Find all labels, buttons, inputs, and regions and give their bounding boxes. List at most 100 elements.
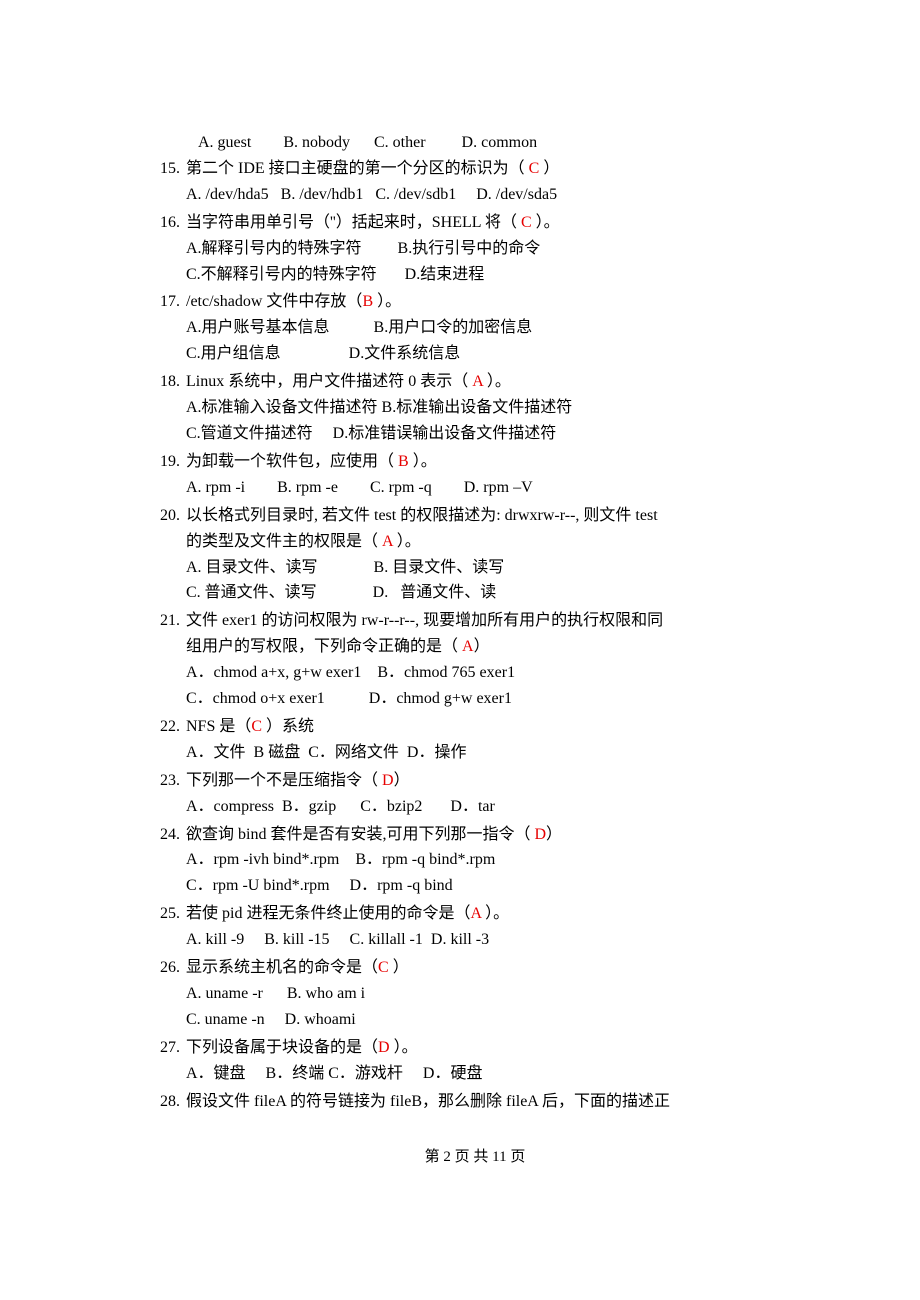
q-body: 欲查询 bind 套件是否有安装,可用下列那一指令（ D） A．rpm -ivh … xyxy=(186,822,776,900)
stem-text: 下列那一个不是压缩指令（ xyxy=(186,772,382,789)
stem-text: ）。 xyxy=(532,214,560,231)
stem-text: 若使 pid 进程无条件终止使用的命令是（ xyxy=(186,905,470,922)
option-text: C．chmod o+x exer1 D．chmod g+w exer1 xyxy=(186,690,512,707)
answer: D xyxy=(378,1039,390,1056)
question-19: 19.为卸载一个软件包，应使用（ B ）。A. rpm -i B. rpm -e… xyxy=(160,449,790,501)
stem-text: ） xyxy=(394,772,410,789)
stem-text: 组用户的写权限，下列命令正确的是（ xyxy=(186,638,462,655)
answer: C xyxy=(251,718,262,735)
option-text: C.用户组信息 D.文件系统信息 xyxy=(186,345,460,362)
answer: B xyxy=(362,293,373,310)
q-number: 15. xyxy=(160,156,186,182)
q14-options: A. guest B. nobody C. other D. common xyxy=(160,130,790,156)
stem-text: 欲查询 bind 套件是否有安装,可用下列那一指令（ xyxy=(186,826,534,843)
question-27: 27.下列设备属于块设备的是（D ）。 A．键盘 B．终端 C．游戏杆 D．硬盘 xyxy=(160,1035,790,1087)
answer: A xyxy=(472,373,483,390)
stem-text: 文件 exer1 的访问权限为 rw-r--r--, 现要增加所有用户的执行权限… xyxy=(186,612,663,629)
stem-text: /etc/shadow 文件中存放（ xyxy=(186,293,362,310)
question-23: 23.下列那一个不是压缩指令（ D） A．compress B．gzip C．bz… xyxy=(160,768,790,820)
stem-text: NFS 是（ xyxy=(186,718,251,735)
q-body: 文件 exer1 的访问权限为 rw-r--r--, 现要增加所有用户的执行权限… xyxy=(186,608,776,712)
q-body: 第二个 IDE 接口主硬盘的第一个分区的标识为（ C ）A. /dev/hda5… xyxy=(186,156,776,208)
stem-text: 为卸载一个软件包，应使用（ xyxy=(186,453,398,470)
stem-text: 第二个 IDE 接口主硬盘的第一个分区的标识为（ xyxy=(186,160,529,177)
stem-text: ） xyxy=(539,160,559,177)
q-body: 若使 pid 进程无条件终止使用的命令是（A ）。A. kill -9 B. k… xyxy=(186,901,776,953)
q-body: Linux 系统中，用户文件描述符 0 表示（ A ）。 A.标准输入设备文件描述… xyxy=(186,369,776,447)
stem-text: ） xyxy=(546,826,562,843)
stem-text: Linux 系统中，用户文件描述符 0 表示（ xyxy=(186,373,472,390)
option-text: A.标准输入设备文件描述符 B.标准输出设备文件描述符 xyxy=(186,399,572,416)
question-24: 24.欲查询 bind 套件是否有安装,可用下列那一指令（ D） A．rpm -i… xyxy=(160,822,790,900)
option-text: A. 目录文件、读写 B. 目录文件、读写 xyxy=(186,559,504,576)
question-15: 15.第二个 IDE 接口主硬盘的第一个分区的标识为（ C ）A. /dev/h… xyxy=(160,156,790,208)
option-text: C．rpm -U bind*.rpm D．rpm -q bind xyxy=(186,877,453,894)
q-body: 以长格式列目录时, 若文件 test 的权限描述为: drwxrw-r--, 则… xyxy=(186,503,776,607)
q-number: 28. xyxy=(160,1089,186,1115)
q-number: 24. xyxy=(160,822,186,848)
option-text: A．chmod a+x, g+w exer1 B．chmod 765 exer1 xyxy=(186,664,515,681)
answer: B xyxy=(398,453,409,470)
answer: C xyxy=(378,959,389,976)
q-number: 25. xyxy=(160,901,186,927)
stem-text: 的类型及文件主的权限是（ xyxy=(186,533,382,550)
stem-text: ）。 xyxy=(483,373,511,390)
question-21: 21.文件 exer1 的访问权限为 rw-r--r--, 现要增加所有用户的执… xyxy=(160,608,790,712)
answer: A xyxy=(382,533,393,550)
stem-text: ） xyxy=(474,638,490,655)
stem-text: 以长格式列目录时, 若文件 test 的权限描述为: drwxrw-r--, 则… xyxy=(186,507,658,524)
stem-text: ）系统 xyxy=(262,718,314,735)
stem-text: ）。 xyxy=(481,905,509,922)
q-body: 下列那一个不是压缩指令（ D） A．compress B．gzip C．bzip2… xyxy=(186,768,776,820)
q-body: 下列设备属于块设备的是（D ）。 A．键盘 B．终端 C．游戏杆 D．硬盘 xyxy=(186,1035,776,1087)
stem-text: ）。 xyxy=(409,453,437,470)
question-17: 17./etc/shadow 文件中存放（B ）。A.用户账号基本信息 B.用户… xyxy=(160,289,790,367)
stem-text: ）。 xyxy=(393,533,421,550)
q-body: 假设文件 fileA 的符号链接为 fileB，那么删除 fileA 后，下面的… xyxy=(186,1089,776,1115)
option-text: C. 普通文件、读写 D. 普通文件、读 xyxy=(186,584,496,601)
page-number: 第 2 页 共 11 页 xyxy=(425,1149,526,1165)
question-16: 16.当字符串用单引号（''）括起来时，SHELL 将（ C ）。A.解释引号内… xyxy=(160,210,790,288)
q-number: 27. xyxy=(160,1035,186,1061)
stem-text: 假设文件 fileA 的符号链接为 fileB，那么删除 fileA 后，下面的… xyxy=(186,1093,670,1110)
q-body: NFS 是（C ）系统 A．文件 B 磁盘 C．网络文件 D．操作 xyxy=(186,714,776,766)
q-number: 23. xyxy=(160,768,186,794)
option-text: A．文件 B 磁盘 C．网络文件 D．操作 xyxy=(186,744,466,761)
q-body: /etc/shadow 文件中存放（B ）。 A.用户账号基本信息 B.用户口令的… xyxy=(186,289,776,367)
q-number: 18. xyxy=(160,369,186,395)
stem-text: ） xyxy=(389,959,409,976)
question-28: 28.假设文件 fileA 的符号链接为 fileB，那么删除 fileA 后，… xyxy=(160,1089,790,1115)
stem-text: 显示系统主机名的命令是（ xyxy=(186,959,378,976)
option-text: A. kill -9 B. kill -15 C. killall -1 D. … xyxy=(186,931,489,948)
q-body: 显示系统主机名的命令是（C ） A. uname -r B. who am i C.… xyxy=(186,955,776,1033)
answer: D xyxy=(534,826,546,843)
question-25: 25.若使 pid 进程无条件终止使用的命令是（A ）。A. kill -9 B… xyxy=(160,901,790,953)
question-18: 18.Linux 系统中，用户文件描述符 0 表示（ A ）。 A.标准输入设备文… xyxy=(160,369,790,447)
option-text: A．键盘 B．终端 C．游戏杆 D．硬盘 xyxy=(186,1065,482,1082)
option-text: A. uname -r B. who am i xyxy=(186,985,365,1002)
question-26: 26.显示系统主机名的命令是（C ） A. uname -r B. who am … xyxy=(160,955,790,1033)
q-number: 20. xyxy=(160,503,186,529)
option-text: C.不解释引号内的特殊字符 D.结束进程 xyxy=(186,266,484,283)
option-text: C.管道文件描述符 D.标准错误输出设备文件描述符 xyxy=(186,425,556,442)
option-text: A.用户账号基本信息 B.用户口令的加密信息 xyxy=(186,319,532,336)
answer: C xyxy=(521,214,532,231)
answer: A xyxy=(462,638,474,655)
option-text: A.解释引号内的特殊字符 B.执行引号中的命令 xyxy=(186,240,540,257)
answer: C xyxy=(529,160,540,177)
stem-text: 当字符串用单引号（''）括起来时，SHELL 将（ xyxy=(186,214,521,231)
stem-text: 下列设备属于块设备的是（ xyxy=(186,1039,378,1056)
document-page: A. guest B. nobody C. other D. common 15… xyxy=(0,0,920,1226)
stem-text: ）。 xyxy=(390,1039,418,1056)
option-text: A．compress B．gzip C．bzip2 D．tar xyxy=(186,798,495,815)
q-body: 为卸载一个软件包，应使用（ B ）。 A. rpm -i B. rpm -e C.… xyxy=(186,449,776,501)
q-number: 22. xyxy=(160,714,186,740)
stem-text: ）。 xyxy=(373,293,401,310)
option-text: A. guest B. nobody C. other D. common xyxy=(198,134,537,151)
q-number: 26. xyxy=(160,955,186,981)
option-text: C. uname -n D. whoami xyxy=(186,1011,356,1028)
answer: D xyxy=(382,772,394,789)
option-text: A．rpm -ivh bind*.rpm B．rpm -q bind*.rpm xyxy=(186,851,495,868)
option-text: A. rpm -i B. rpm -e C. rpm -q D. rpm –V xyxy=(186,479,533,496)
question-20: 20.以长格式列目录时, 若文件 test 的权限描述为: drwxrw-r--… xyxy=(160,503,790,607)
